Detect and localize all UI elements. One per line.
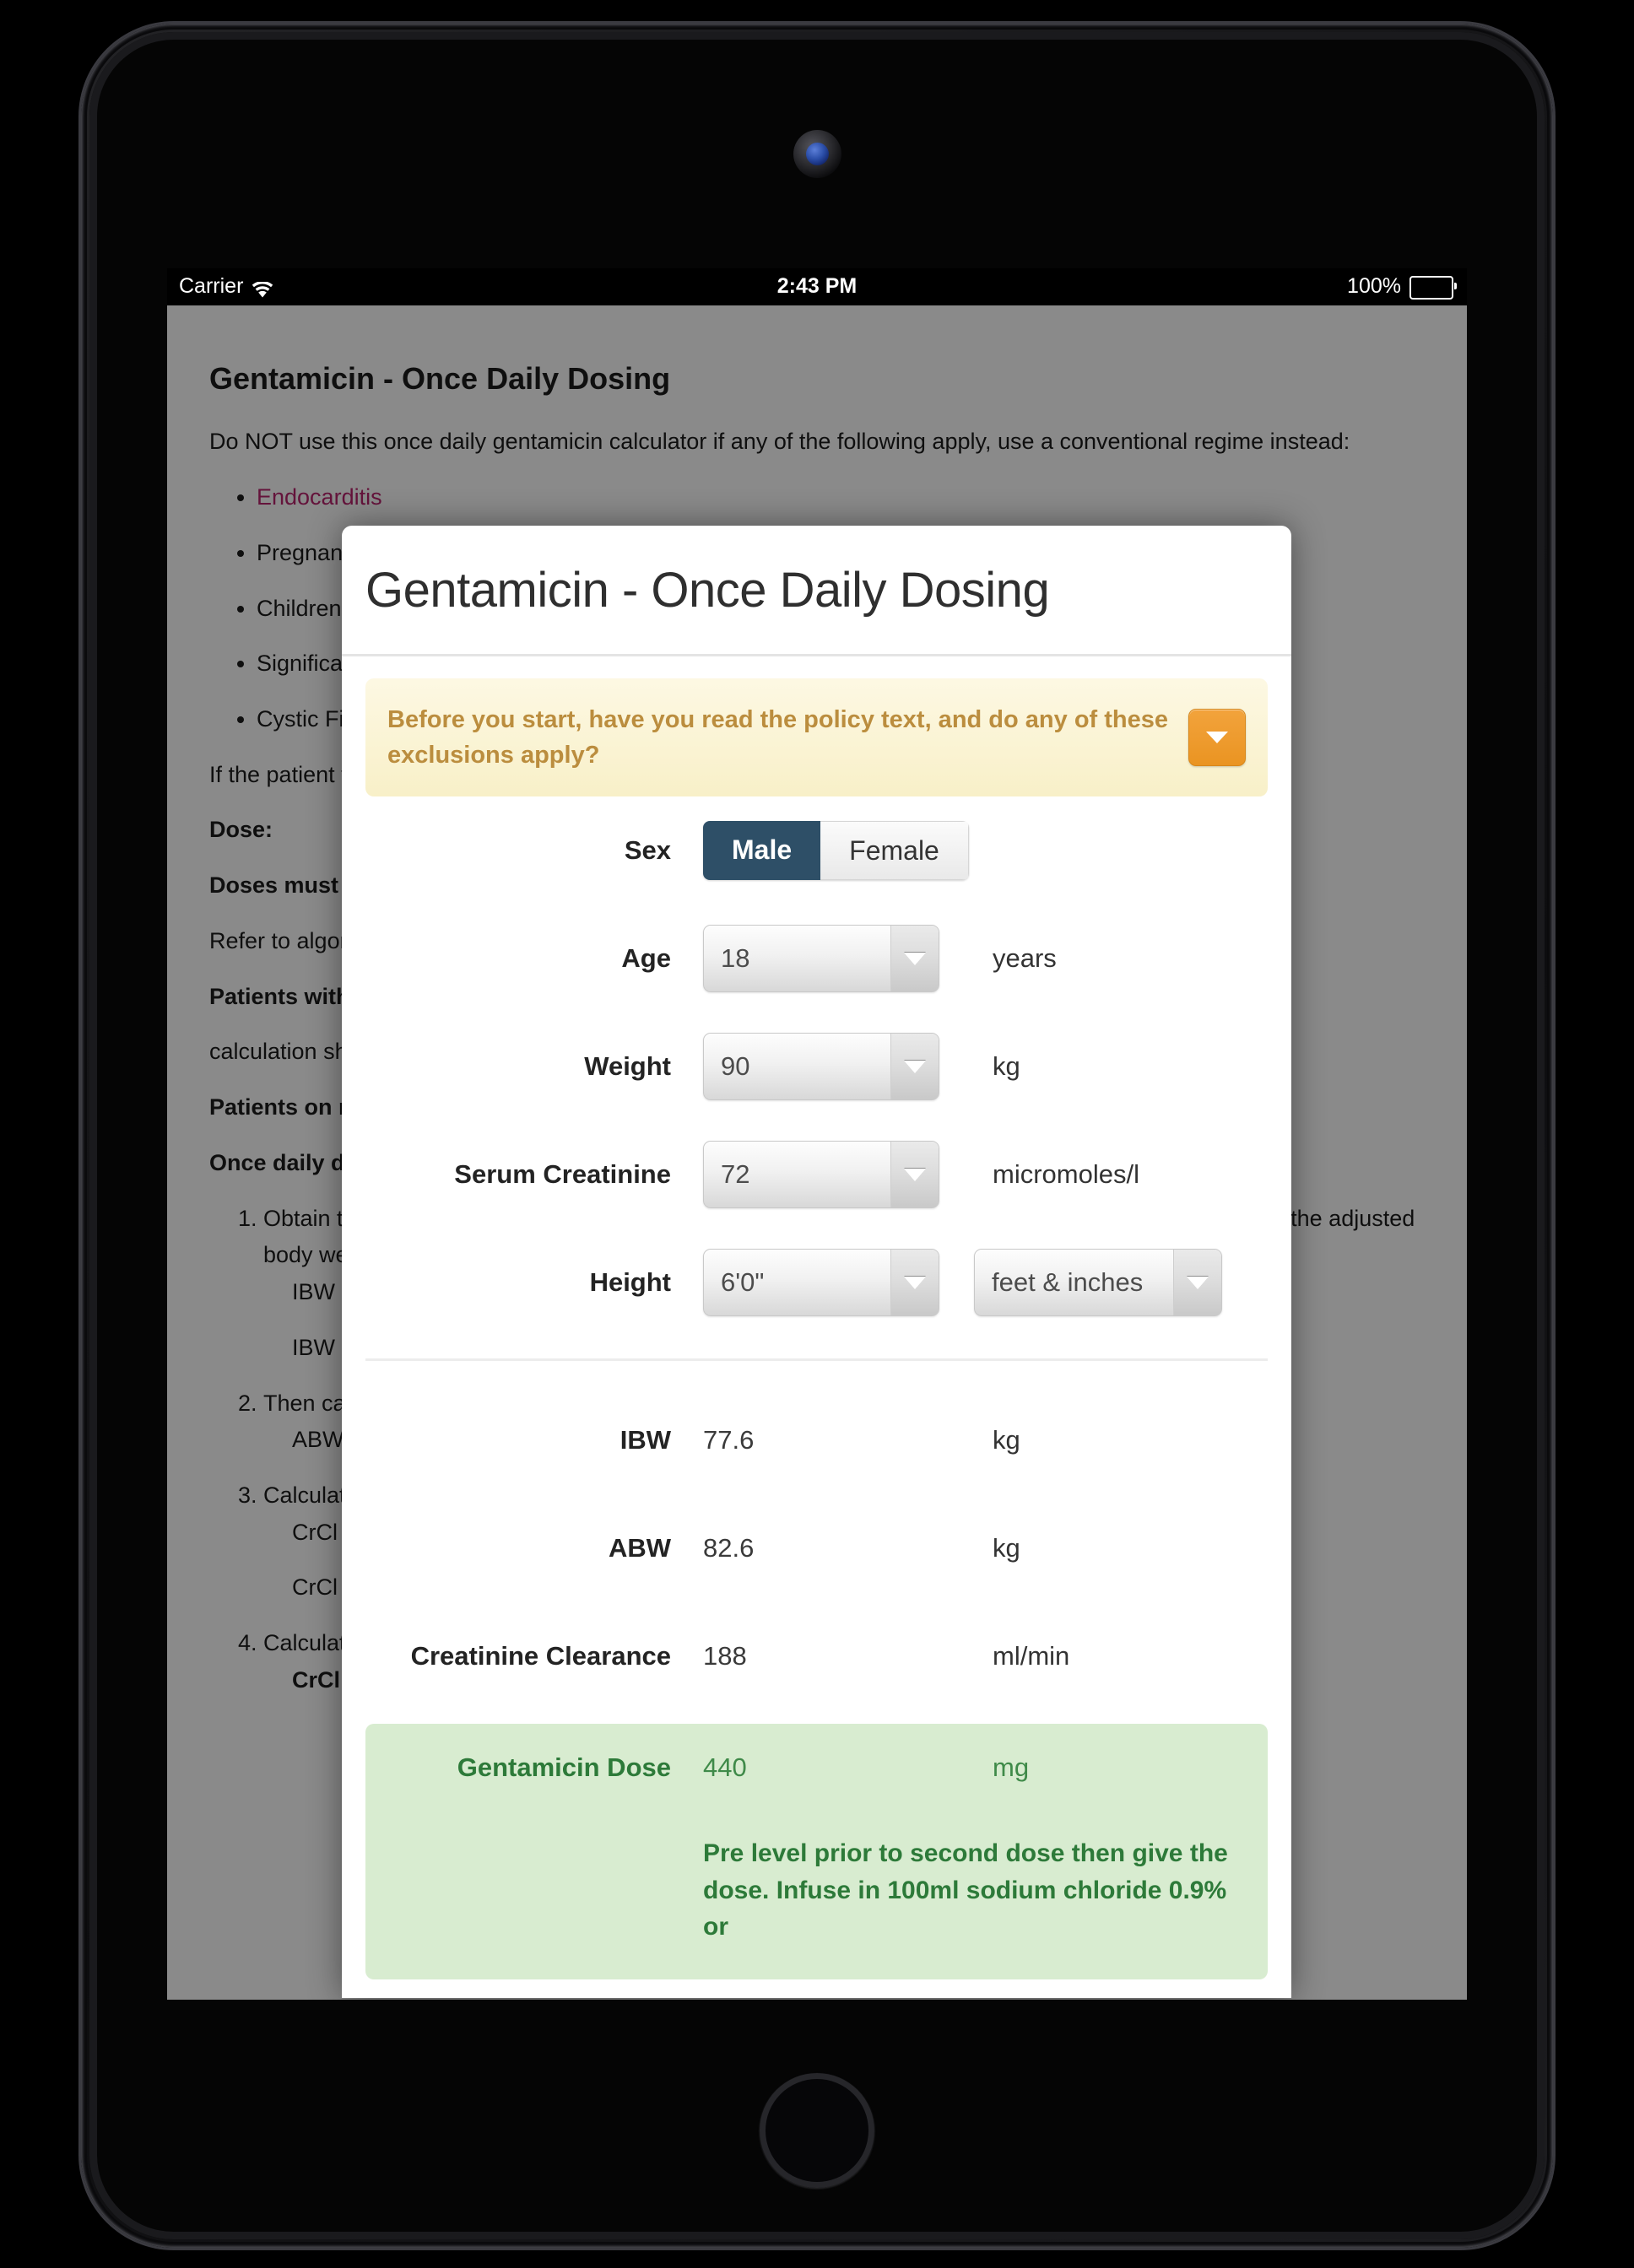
height-select[interactable]: 6'0" [703, 1249, 939, 1317]
age-control: 18 [703, 925, 944, 993]
result-row-abw: ABW 82.6 kg [365, 1494, 1268, 1602]
policy-warning-callout: Before you start, have you read the poli… [365, 678, 1268, 797]
status-bar-clock: 2:43 PM [776, 274, 858, 298]
modal-body: Before you start, have you read the poli… [342, 656, 1291, 1979]
form-row-height: Height 6'0" feet & inches [365, 1228, 1268, 1336]
age-unit: years [993, 943, 1057, 974]
result-row-creatinine-clearance: Creatinine Clearance 188 ml/min [365, 1602, 1268, 1710]
section-divider [365, 1358, 1268, 1362]
creatinine-clearance-unit: ml/min [993, 1641, 1070, 1671]
gentamicin-dose-label: Gentamicin Dose [457, 1752, 671, 1783]
gentamicin-dosing-modal: Gentamicin - Once Daily Dosing Before yo… [342, 526, 1291, 1998]
gentamicin-dose-note: Pre level prior to second dose then give… [703, 1839, 1228, 1941]
form-row-sex: Sex Male Female [365, 796, 1268, 904]
gentamicin-dose-panel: Gentamicin Dose 440 mg Pre level prior t… [365, 1724, 1268, 1979]
device-screen: Carrier 2:43 PM 100% Gentamicin - Once D… [167, 268, 1467, 2000]
home-button[interactable] [760, 2073, 874, 2188]
gentamicin-dose-unit: mg [993, 1752, 1030, 1783]
battery-icon [1409, 275, 1457, 300]
weight-label: Weight [584, 1051, 671, 1082]
chevron-down-icon [890, 1142, 939, 1208]
ibw-value: 77.6 [703, 1425, 755, 1455]
abw-value: 82.6 [703, 1533, 755, 1563]
age-label: Age [621, 943, 671, 974]
creatinine-clearance-label: Creatinine Clearance [410, 1641, 671, 1671]
ipad-device: Carrier 2:43 PM 100% Gentamicin - Once D… [0, 0, 1634, 2268]
weight-control: 90 [703, 1033, 944, 1101]
status-bar-right: 100% [1347, 274, 1457, 300]
form-row-age: Age 18 years [365, 904, 1268, 1012]
ibw-unit: kg [993, 1425, 1020, 1455]
age-select[interactable]: 18 [703, 925, 939, 993]
chevron-down-icon [890, 926, 939, 992]
creatinine-clearance-value: 188 [703, 1641, 747, 1671]
weight-unit: kg [993, 1051, 1020, 1082]
weight-select[interactable]: 90 [703, 1033, 939, 1101]
sex-segmented-control: Male Female [703, 820, 969, 881]
ibw-label: IBW [620, 1425, 671, 1455]
serum-creatinine-control: 72 [703, 1141, 944, 1209]
ios-status-bar: Carrier 2:43 PM 100% [167, 268, 1467, 305]
sex-option-male[interactable]: Male [703, 820, 821, 881]
height-unit-control: feet & inches [944, 1249, 1222, 1317]
callout-expand-button[interactable] [1188, 709, 1246, 767]
height-unit-value: feet & inches [992, 1267, 1144, 1298]
battery-percent-label: 100% [1347, 274, 1401, 298]
abw-label: ABW [608, 1533, 671, 1563]
serum-creatinine-unit: micromoles/l [993, 1159, 1139, 1190]
age-value: 18 [721, 943, 750, 974]
form-row-weight: Weight 90 kg [365, 1012, 1268, 1120]
form-row-serum-creatinine: Serum Creatinine 72 micromoles/l [365, 1120, 1268, 1228]
gentamicin-dose-value: 440 [703, 1752, 747, 1783]
chevron-down-icon [890, 1250, 939, 1316]
modal-title: Gentamicin - Once Daily Dosing [365, 562, 1050, 618]
dose-row: Gentamicin Dose 440 mg [365, 1752, 1268, 1783]
sex-control: Male Female [703, 820, 969, 881]
height-unit-select[interactable]: feet & inches [974, 1249, 1222, 1317]
sex-option-female[interactable]: Female [820, 820, 969, 881]
height-value: 6'0" [721, 1267, 765, 1298]
serum-creatinine-value: 72 [721, 1159, 750, 1190]
caret-down-icon [1206, 732, 1228, 744]
sex-label: Sex [624, 835, 671, 866]
abw-unit: kg [993, 1533, 1020, 1563]
modal-header: Gentamicin - Once Daily Dosing [342, 526, 1291, 656]
weight-value: 90 [721, 1051, 750, 1082]
callout-text: Before you start, have you read the poli… [387, 706, 1168, 770]
chevron-down-icon [890, 1034, 939, 1100]
front-camera-lens-icon [806, 143, 829, 165]
chevron-down-icon [1173, 1250, 1221, 1316]
height-label: Height [589, 1267, 671, 1298]
serum-creatinine-select[interactable]: 72 [703, 1141, 939, 1209]
serum-creatinine-label: Serum Creatinine [454, 1159, 671, 1190]
result-row-ibw: IBW 77.6 kg [365, 1386, 1268, 1494]
height-control: 6'0" [703, 1249, 944, 1317]
